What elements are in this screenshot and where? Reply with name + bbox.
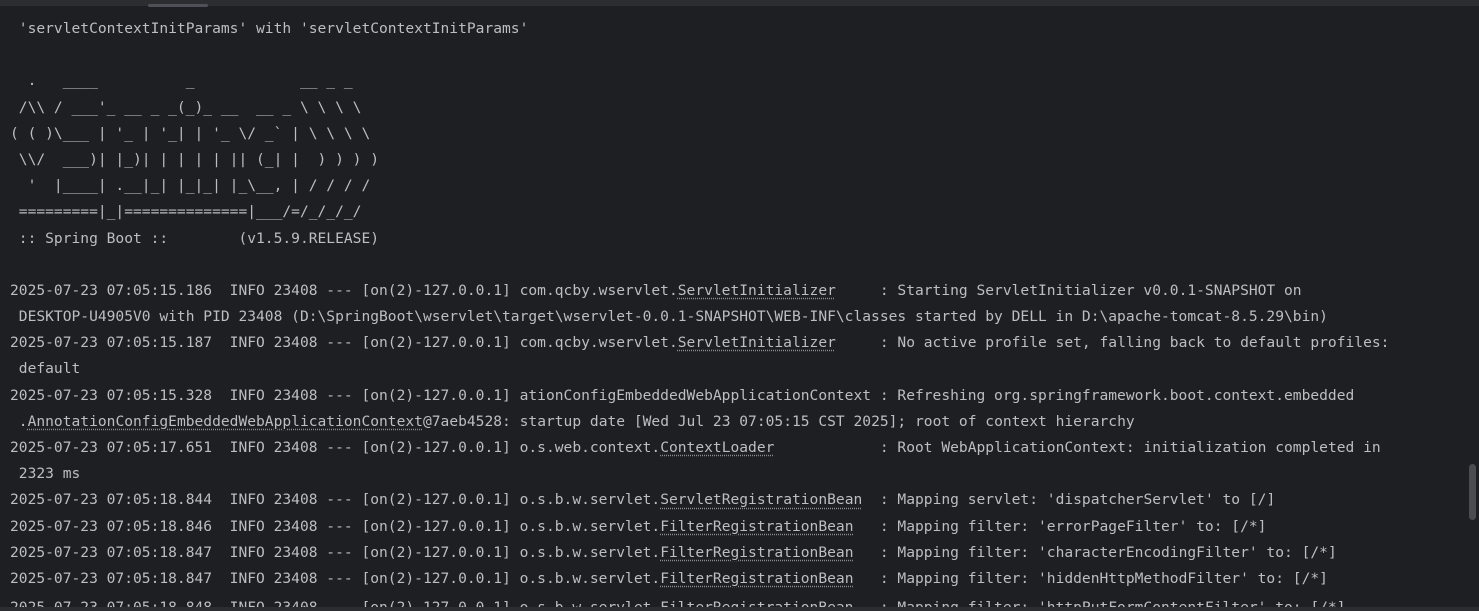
banner-line: =========|_|==============|___/=/_/_/_/	[10, 203, 362, 221]
log-line: default	[10, 356, 1389, 382]
log-prefix: 2323 ms	[10, 465, 81, 483]
log-line: 2323 ms	[10, 461, 1389, 487]
logger-class-link[interactable]: ServletInitializer	[678, 334, 836, 351]
log-line: .AnnotationConfigEmbeddedWebApplicationC…	[10, 409, 1389, 435]
banner-line: \\/ ___)| |_)| | | | | || (_| | ) ) ) )	[10, 150, 380, 168]
banner-line: /\\ / ___'_ __ _ _(_)_ __ __ _ \ \ \ \	[10, 98, 362, 116]
log-line: 2025-07-23 07:05:18.847 INFO 23408 --- […	[10, 540, 1389, 566]
log-message: : Mapping filter: 'errorPageFilter' to: …	[853, 517, 1267, 535]
log-line: 2025-07-23 07:05:15.328 INFO 23408 --- […	[10, 383, 1389, 409]
log-line: 2025-07-23 07:05:18.846 INFO 23408 --- […	[10, 514, 1389, 540]
horizontal-scroll-thumb[interactable]	[148, 4, 208, 7]
console-bottom-edge	[0, 607, 1479, 611]
log-prefix: 2025-07-23 07:05:18.846 INFO 23408 --- […	[10, 517, 661, 535]
banner-line: ' |____| .__|_| |_|_| |_\__, | / / / /	[10, 177, 371, 195]
log-message: : No active profile set, falling back to…	[835, 334, 1390, 352]
console-output: 'servletContextInitParams' with 'servlet…	[10, 16, 1389, 592]
log-message: : Mapping filter: 'hiddenHttpMethodFilte…	[853, 569, 1328, 587]
logger-class-link[interactable]: ServletInitializer	[678, 282, 836, 299]
log-prefix: DESKTOP-U4905V0 with PID 23408 (D:\Sprin…	[10, 308, 1328, 326]
log-prefix: 2025-07-23 07:05:18.844 INFO 23408 --- […	[10, 491, 661, 509]
log-line: 2025-07-23 07:05:15.186 INFO 23408 --- […	[10, 278, 1389, 304]
run-console[interactable]: 'servletContextInitParams' with 'servlet…	[0, 0, 1479, 611]
banner-line: ( ( )\___ | '_ | '_| | '_ \/ _` | \ \ \ …	[10, 124, 371, 142]
banner-line: . ____ _ __ _ _	[10, 72, 353, 90]
log-message: : Root WebApplicationContext: initializa…	[774, 439, 1381, 456]
log-message: @7aeb4528: startup date [Wed Jul 23 07:0…	[422, 412, 1135, 430]
logger-class-link[interactable]: FilterRegistrationBean	[660, 544, 853, 561]
console-top-edge	[0, 0, 1479, 7]
log-line: 2025-07-23 07:05:18.847 INFO 23408 --- […	[10, 566, 1389, 592]
log-line: DESKTOP-U4905V0 with PID 23408 (D:\Sprin…	[10, 304, 1389, 330]
logger-class-link[interactable]: ContextLoader	[660, 439, 774, 456]
log-prefix: .	[10, 412, 28, 430]
log-prefix: 2025-07-23 07:05:15.187 INFO 23408 --- […	[10, 334, 678, 352]
log-line: 2025-07-23 07:05:18.844 INFO 23408 --- […	[10, 487, 1389, 513]
logger-class-link[interactable]: FilterRegistrationBean	[660, 518, 853, 535]
logger-class-link[interactable]: AnnotationConfigEmbeddedWebApplicationCo…	[28, 413, 423, 430]
log-prefix: default	[10, 360, 81, 378]
log-prefix: 2025-07-23 07:05:18.847 INFO 23408 --- […	[10, 543, 661, 561]
log-message: : Starting ServletInitializer v0.0.1-SNA…	[835, 281, 1302, 299]
logger-class-link[interactable]: ServletRegistrationBean	[660, 491, 862, 508]
log-line: 2025-07-23 07:05:15.187 INFO 23408 --- […	[10, 330, 1389, 356]
log-message: : Mapping servlet: 'dispatcherServlet' t…	[862, 491, 1276, 509]
spring-boot-version-line: :: Spring Boot :: (v1.5.9.RELEASE)	[10, 229, 380, 247]
log-message: : Mapping filter: 'characterEncodingFilt…	[853, 543, 1337, 561]
log-prefix: 2025-07-23 07:05:15.328 INFO 23408 --- […	[10, 386, 1355, 404]
vertical-scroll-thumb[interactable]	[1469, 464, 1476, 520]
log-prefix: 2025-07-23 07:05:17.651 INFO 23408 --- […	[10, 439, 661, 456]
log-prefix: 2025-07-23 07:05:15.186 INFO 23408 --- […	[10, 281, 678, 299]
logger-class-link[interactable]: FilterRegistrationBean	[660, 570, 853, 587]
log-line: 2025-07-23 07:05:17.651 INFO 23408 --- […	[10, 435, 1389, 461]
context-init-line: 'servletContextInitParams' with 'servlet…	[10, 20, 529, 37]
log-prefix: 2025-07-23 07:05:18.847 INFO 23408 --- […	[10, 569, 661, 587]
